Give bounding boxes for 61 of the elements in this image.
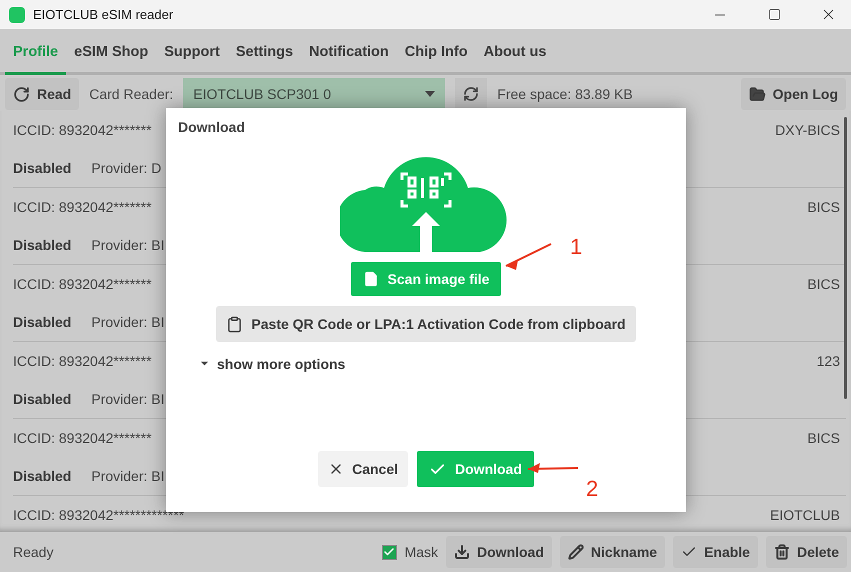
iccid-text: ICCID: 8932042******* (13, 122, 152, 138)
profile-status: Disabled (13, 314, 72, 330)
delete-button[interactable]: Delete (766, 536, 847, 568)
app-logo-icon (9, 6, 25, 22)
profile-status: Disabled (13, 237, 72, 253)
cancel-button[interactable]: Cancel (318, 451, 408, 487)
free-space-text: Free space: 83.89 KB (497, 86, 633, 102)
card-reader-label: Card Reader: (89, 86, 174, 102)
annotation-number: 1 (570, 234, 582, 260)
card-reader-dropdown[interactable]: EIOTCLUB SCP301 0 (183, 78, 446, 110)
tab[interactable]: Support (156, 29, 228, 75)
iccid-text: ICCID: 8932042******* (13, 353, 152, 369)
window-title: EIOTCLUB eSIM reader (33, 7, 174, 22)
profile-name: 123 (816, 353, 840, 369)
pencil-icon (568, 544, 584, 560)
maximize-icon[interactable] (768, 8, 780, 21)
file-icon (362, 271, 379, 287)
clipboard-icon (226, 316, 244, 332)
provider-text: Provider: D (91, 160, 162, 176)
annotation-number: 2 (586, 476, 598, 502)
tab[interactable]: Settings (228, 29, 302, 75)
scrollbar[interactable] (844, 117, 847, 399)
iccid-text: ICCID: 8932042************* (13, 507, 184, 523)
provider-text: Provider: BI (91, 468, 164, 484)
profile-name: EIOTCLUB (770, 507, 840, 523)
profile-name: BICS (807, 430, 840, 446)
provider-text: Provider: BI (91, 391, 164, 407)
nickname-button[interactable]: Nickname (560, 536, 666, 568)
paste-code-button[interactable]: Paste QR Code or LPA:1 Activation Code from clipboard (216, 306, 636, 342)
tab[interactable]: Chip Info (396, 29, 476, 75)
iccid-text: ICCID: 8932042******* (13, 199, 152, 215)
mask-label: Mask (404, 544, 438, 560)
dialog-title: Download (178, 118, 245, 134)
tab[interactable]: About us (476, 29, 554, 75)
mask-checkbox[interactable] (382, 544, 397, 560)
iccid-text: ICCID: 8932042******* (13, 276, 152, 292)
provider-text: Provider: BI (91, 237, 164, 253)
read-button[interactable]: Read (5, 78, 80, 110)
refresh-button[interactable] (455, 78, 488, 110)
refresh-icon (463, 86, 480, 102)
iccid-text: ICCID: 8932042******* (13, 430, 152, 446)
provider-text: Provider: BI (91, 314, 164, 330)
download-icon (454, 544, 470, 560)
download-button[interactable]: Download (446, 536, 552, 568)
profile-status: Disabled (13, 160, 72, 176)
folder-icon (748, 86, 766, 102)
trash-icon (774, 544, 790, 560)
profile-name: BICS (807, 276, 840, 292)
open-log-button[interactable]: Open Log (740, 78, 846, 110)
reload-icon (13, 86, 30, 102)
profile-status: Disabled (13, 391, 72, 407)
tab[interactable]: Notification (301, 29, 397, 75)
show-more-options-toggle[interactable]: show more options (200, 356, 346, 372)
profile-status: Disabled (13, 468, 72, 484)
tab[interactable]: eSIM Shop (66, 29, 156, 75)
profile-name: BICS (807, 199, 840, 215)
checkmark-icon (383, 546, 396, 558)
status-text: Ready (13, 544, 54, 560)
enable-button[interactable]: Enable (673, 536, 758, 568)
dropdown-caret-icon (425, 91, 436, 97)
profile-name: DXY-BICS (775, 122, 840, 138)
